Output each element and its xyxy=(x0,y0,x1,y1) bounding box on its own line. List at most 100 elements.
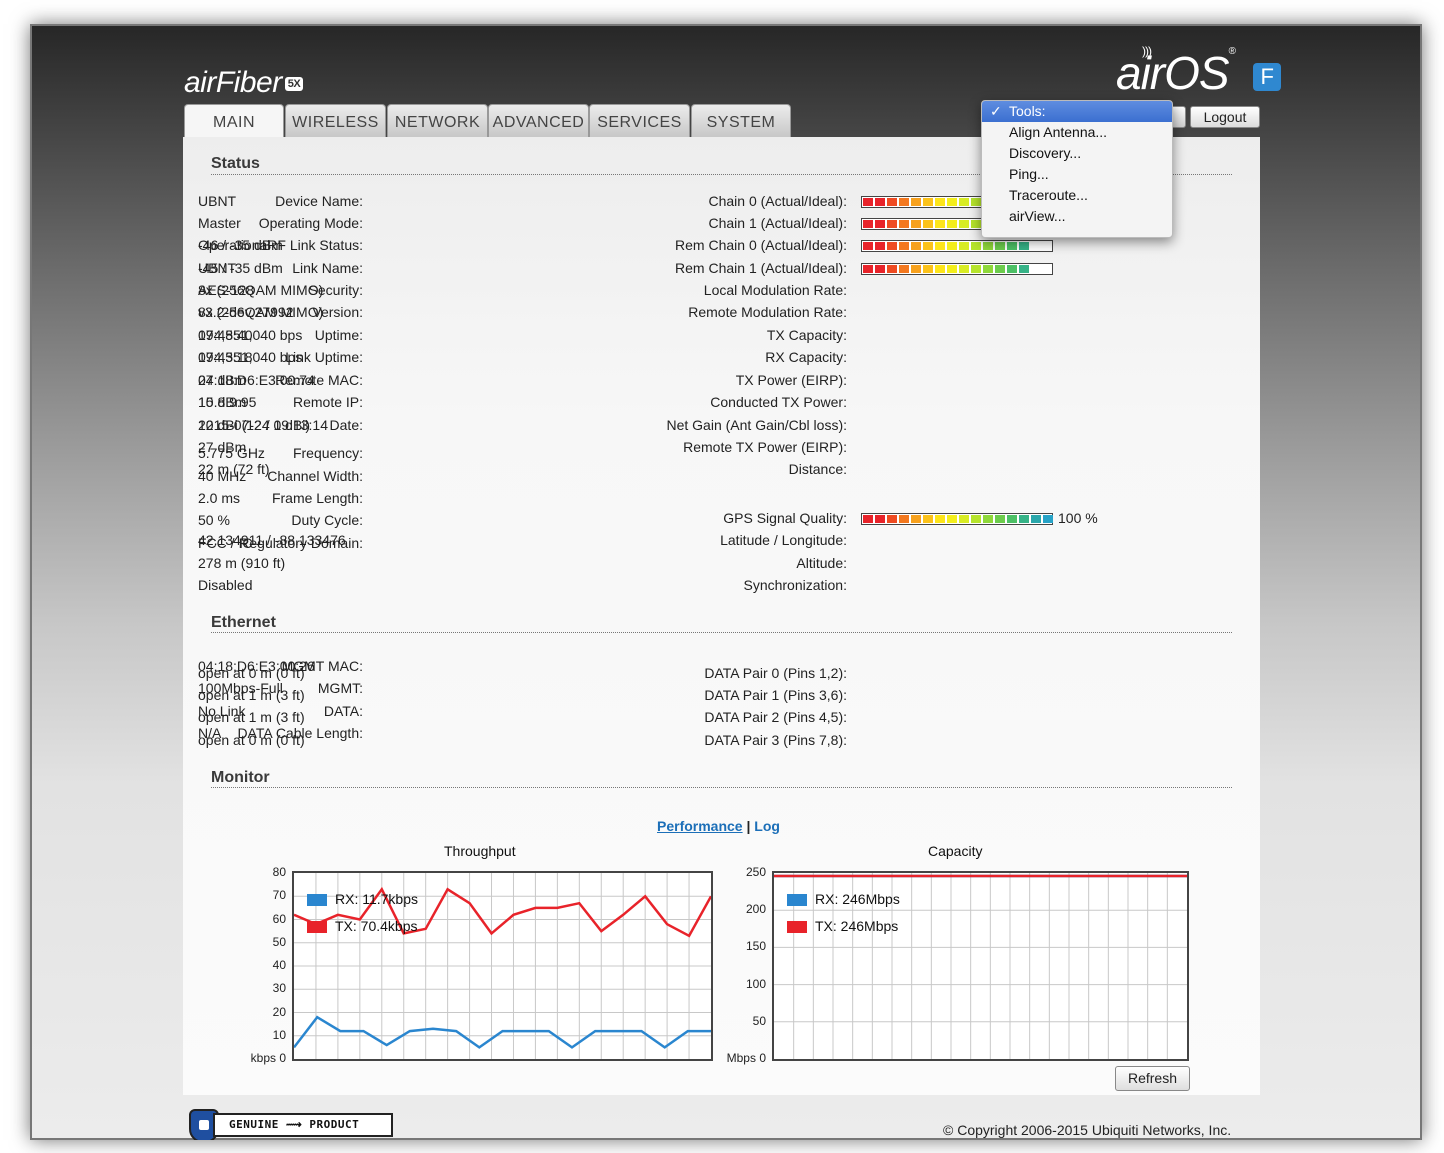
ethernet-right-row: DATA Pair 2 (Pins 4,5): open at 1 m (3 ft… xyxy=(183,709,847,727)
performance-link[interactable]: Performance xyxy=(657,818,743,834)
tools-menu-item[interactable]: Ping... xyxy=(982,164,1172,185)
log-link[interactable]: Log xyxy=(754,818,780,834)
refresh-button[interactable]: Refresh xyxy=(1115,1066,1190,1091)
ethernet-right-label: DATA Pair 3 (Pins 7,8): xyxy=(704,732,847,748)
gps-value: Disabled xyxy=(198,577,253,593)
meter-segment xyxy=(1007,242,1017,250)
gps-value[interactable]: 42.134911 / -88.133476 xyxy=(198,532,346,548)
meter-segment xyxy=(1031,515,1041,523)
throughput-y-tick: kbps 0 xyxy=(250,1051,286,1065)
meter-segment xyxy=(1043,515,1053,523)
meter-segment xyxy=(899,515,909,523)
legend-swatch xyxy=(787,921,807,934)
ethernet-right-value: open at 0 m (0 ft) xyxy=(198,665,305,681)
chain-signal-meter xyxy=(861,263,1053,275)
meter-segment xyxy=(959,198,969,206)
legend-label: TX: 70.4kbps xyxy=(335,918,418,934)
ethernet-right-value: open at 1 m (3 ft) xyxy=(198,709,305,725)
meter-segment xyxy=(1007,515,1017,523)
airos-window: airFiber 5X ))) airOS® F MAIN WIRELESS NE… xyxy=(30,24,1422,1140)
legend-label: RX: 246Mbps xyxy=(815,891,900,907)
chain-label: Chain 0 (Actual/Ideal): xyxy=(708,193,847,209)
meter-segment xyxy=(947,265,957,273)
tab-network[interactable]: NETWORK xyxy=(387,104,488,139)
meter-segment xyxy=(971,242,981,250)
wifi-icon: ))) xyxy=(1142,44,1152,58)
meter-segment xyxy=(863,220,873,228)
legend-swatch xyxy=(307,921,327,934)
airos-logo-text: airOS xyxy=(1116,47,1230,99)
tab-system[interactable]: SYSTEM xyxy=(691,104,791,139)
meter-segment xyxy=(1019,242,1029,250)
meter-segment xyxy=(863,198,873,206)
meter-segment xyxy=(911,515,921,523)
status-right-value: 8x (256QAM MIMO) xyxy=(198,304,324,320)
status-right-value: 194,551,040 bps xyxy=(198,349,303,365)
meter-segment xyxy=(935,242,945,250)
gps-row: Synchronization: Disabled xyxy=(183,577,847,595)
meter-segment xyxy=(971,198,981,206)
meter-segment xyxy=(959,220,969,228)
gps-signal-meter xyxy=(861,513,1053,525)
airos-logo-badge: F xyxy=(1252,62,1281,91)
throughput-y-tick: 20 xyxy=(272,1004,286,1019)
meter-segment xyxy=(863,242,873,250)
tab-advanced[interactable]: ADVANCED xyxy=(488,104,589,139)
tab-services[interactable]: SERVICES xyxy=(589,104,690,139)
logout-button[interactable]: Logout xyxy=(1190,106,1260,128)
meter-segment xyxy=(875,265,885,273)
tab-main[interactable]: MAIN xyxy=(184,104,284,141)
tools-menu-item[interactable]: airView... xyxy=(982,206,1172,227)
meter-segment xyxy=(911,220,921,228)
meter-segment xyxy=(863,265,873,273)
meter-segment xyxy=(923,515,933,523)
meter-segment xyxy=(923,265,933,273)
ethernet-heading: Ethernet xyxy=(211,614,276,631)
gps-row: Altitude: 278 m (910 ft) xyxy=(183,555,847,573)
capacity-y-tick: 150 xyxy=(745,939,766,954)
meter-segment xyxy=(887,265,897,273)
status-right-row: TX Power (EIRP): 27 dBm xyxy=(183,372,847,390)
meter-segment xyxy=(983,515,993,523)
ethernet-right-row: DATA Pair 1 (Pins 3,6): open at 1 m (3 ft… xyxy=(183,687,847,705)
status-right-value: 27 dBm xyxy=(198,439,247,455)
tab-wireless[interactable]: WIRELESS xyxy=(285,104,386,139)
meter-segment xyxy=(923,220,933,228)
gps-value: 278 m (910 ft) xyxy=(198,555,286,571)
throughput-series-line xyxy=(294,1015,711,1049)
status-right-row: Remote TX Power (EIRP): 27 dBm xyxy=(183,439,847,457)
status-right-value: 194,551,040 bps xyxy=(198,327,303,343)
tools-menu-item[interactable]: Traceroute... xyxy=(982,185,1172,206)
tools-menu-item-label: Tools: xyxy=(1009,103,1046,119)
meter-segment xyxy=(935,220,945,228)
throughput-chart-title: Throughput xyxy=(444,843,516,859)
meter-segment xyxy=(947,198,957,206)
meter-segment xyxy=(935,265,945,273)
legend-label: RX: 11.7kbps xyxy=(335,891,419,907)
status-right-row: TX Capacity: 194,551,040 bps xyxy=(183,327,847,345)
meter-segment xyxy=(935,198,945,206)
status-right-value: 27 dBm xyxy=(198,372,247,388)
status-right-value: 22 m (72 ft) xyxy=(198,461,270,477)
tools-menu-item[interactable]: ✓ Tools: xyxy=(982,101,1172,122)
chain-label: Rem Chain 1 (Actual/Ideal): xyxy=(675,260,847,276)
capacity-y-tick: 250 xyxy=(745,865,766,879)
meter-segment xyxy=(935,515,945,523)
status-right-label: Local Modulation Rate: xyxy=(703,282,847,298)
tools-menu-item-label: Discovery... xyxy=(1009,145,1082,161)
status-right-row: Local Modulation Rate: 8x (256QAM MIMO) xyxy=(183,282,847,300)
chain-value: -46 / -35 dBm xyxy=(198,237,283,253)
tools-menu-item[interactable]: Align Antenna... xyxy=(982,122,1172,143)
meter-segment xyxy=(995,515,1005,523)
chain-row: Rem Chain 1 (Actual/Ideal): -45 / -35 dBm xyxy=(183,260,847,278)
meter-segment xyxy=(899,220,909,228)
status-right-label: Remote TX Power (EIRP): xyxy=(683,439,847,455)
throughput-y-tick: 10 xyxy=(272,1027,286,1042)
tools-menu-item[interactable]: Discovery... xyxy=(982,143,1172,164)
meter-segment xyxy=(947,515,957,523)
status-right-label: Net Gain (Ant Gain/Cbl loss): xyxy=(666,417,847,433)
tools-menu-item-label: Traceroute... xyxy=(1009,187,1088,203)
status-left-row: Frame Length: 2.0 ms xyxy=(183,490,363,508)
throughput-y-tick: 50 xyxy=(272,934,286,949)
meter-segment xyxy=(887,198,897,206)
